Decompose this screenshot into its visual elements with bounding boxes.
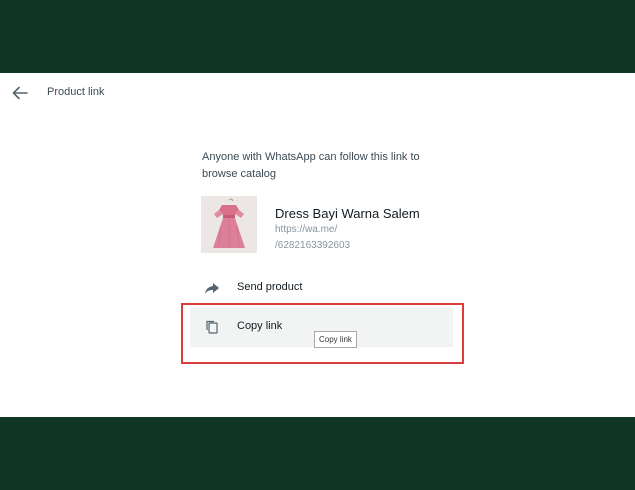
product-link-panel: Product link Anyone with WhatsApp can fo… (0, 73, 635, 417)
product-url-line-1[interactable]: https://wa.me/ (275, 224, 337, 235)
copy-link-tooltip: Copy link (314, 331, 357, 348)
share-arrow-icon (204, 280, 220, 296)
product-url-line-2[interactable]: /6282163392603 (275, 240, 350, 251)
header: Product link (0, 73, 635, 113)
send-product-button[interactable]: Send product (190, 268, 453, 308)
send-product-label: Send product (237, 281, 303, 293)
product-thumbnail (201, 196, 257, 253)
link-description: Anyone with WhatsApp can follow this lin… (202, 151, 420, 180)
pink-dress-photo (201, 196, 257, 253)
page-title: Product link (47, 86, 105, 98)
arrow-left-icon (12, 86, 28, 100)
copy-link-label: Copy link (237, 320, 283, 332)
copy-icon (204, 319, 220, 335)
product-name: Dress Bayi Warna Salem (275, 206, 420, 221)
back-button[interactable] (10, 84, 30, 102)
